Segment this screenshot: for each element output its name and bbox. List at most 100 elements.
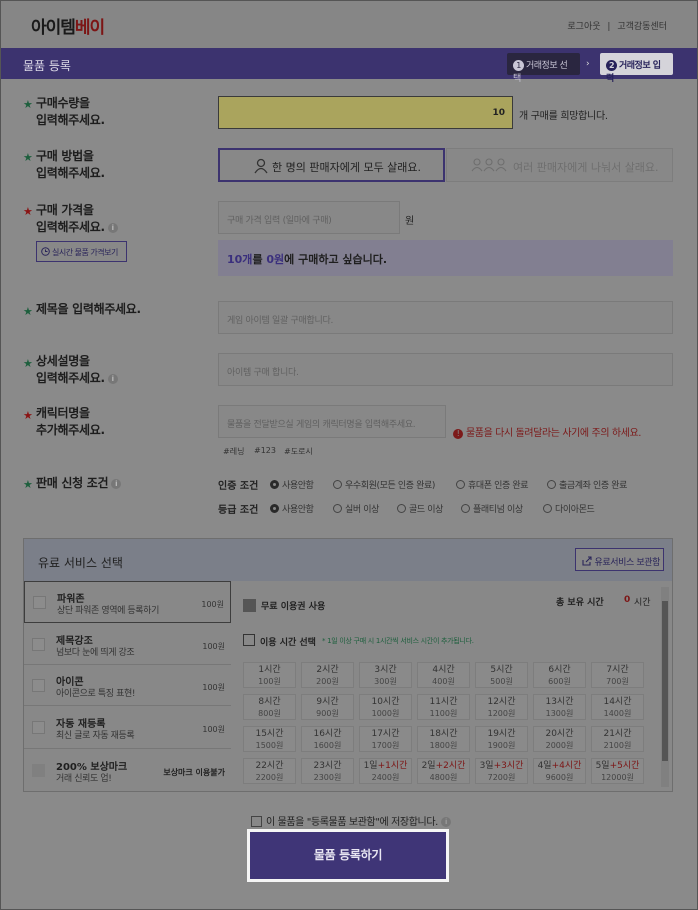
time-option-label: 10시간	[371, 697, 400, 707]
label-line: 추가해주세요.	[36, 423, 105, 437]
time-option-button[interactable]: 17시간 1700원	[359, 726, 412, 752]
grade-option-platinum[interactable]: 플래티넘 이상	[461, 502, 523, 515]
day-option-button[interactable]: 2일+2시간 4800원	[417, 758, 470, 784]
radio-label: 휴대폰 인증 완료	[468, 481, 529, 491]
time-option-button[interactable]: 18시간 1800원	[417, 726, 470, 752]
info-icon[interactable]: i	[111, 479, 122, 489]
time-option-button[interactable]: 21시간 2100원	[591, 726, 644, 752]
time-option-button[interactable]: 5시간 500원	[475, 662, 528, 688]
day-option-label: 4일+4시간	[534, 761, 585, 772]
time-option-button[interactable]: 20시간 2000원	[533, 726, 586, 752]
optional-star-icon: ★	[23, 357, 33, 370]
time-option-button[interactable]: 10시간 1000원	[359, 694, 412, 720]
day-option-button[interactable]: 4일+4시간 9600원	[533, 758, 586, 784]
paid-service-storage-button[interactable]: 유료서비스 보관함	[575, 548, 664, 571]
total-time-value: 0	[624, 595, 631, 605]
time-option-button[interactable]: 22시간 2200원	[243, 758, 296, 784]
site-logo[interactable]: 아이템베이	[31, 13, 105, 38]
scrollbar-thumb[interactable]	[662, 601, 668, 761]
time-option-button[interactable]: 23시간 2300원	[301, 758, 354, 784]
service-price: 100원	[201, 600, 224, 609]
character-input[interactable]: 물품을 전달받으실 게임의 캐릭터명을 입력해주세요.	[218, 405, 446, 438]
day-option-button[interactable]: 1일+1시간 2400원	[359, 758, 412, 784]
time-option-label: 21시간	[603, 729, 632, 739]
day-option-button[interactable]: 5일+5시간 12000원	[591, 758, 644, 784]
time-option-button[interactable]: 9시간 900원	[301, 694, 354, 720]
time-option-price: 2000원	[545, 741, 574, 750]
service-powerzone[interactable]: 파워존 상단 파워존 영역에 등록하기 100원	[24, 581, 231, 623]
character-tag[interactable]: #레닝	[223, 446, 244, 457]
time-option-label: 1시간	[258, 665, 281, 675]
label-line: 구매 가격을	[36, 203, 94, 217]
description-input[interactable]: 아이템 구매 합니다.	[218, 353, 673, 386]
time-option-button[interactable]: 19시간 1900원	[475, 726, 528, 752]
info-icon[interactable]: i	[440, 817, 451, 827]
time-select-note: * 1일 이상 구매 시 1시간씩 서비스 시간이 추가됩니다.	[322, 637, 474, 645]
time-option-button[interactable]: 6시간 600원	[533, 662, 586, 688]
title-input[interactable]: 게임 아이템 일괄 구매합니다.	[218, 301, 673, 334]
time-option-label: 7시간	[606, 665, 629, 675]
quantity-input[interactable]: 10	[218, 96, 513, 129]
time-option-label: 14시간	[603, 697, 632, 707]
summary-text: 에 구매하고 싶습니다.	[284, 253, 388, 266]
day-option-button[interactable]: 3일+3시간 7200원	[475, 758, 528, 784]
time-option-button[interactable]: 13시간 1300원	[533, 694, 586, 720]
auth-option-none[interactable]: 사용안함	[270, 478, 314, 491]
time-option-button[interactable]: 4시간 400원	[417, 662, 470, 688]
service-title-emphasis[interactable]: 제목강조 넘보다 눈에 띄게 강조 100원	[24, 625, 231, 665]
radio-icon	[543, 504, 552, 513]
time-scrollbar[interactable]	[661, 587, 669, 787]
time-option-button[interactable]: 14시간 1400원	[591, 694, 644, 720]
day-bonus: +1시간	[377, 761, 408, 771]
grade-option-gold[interactable]: 골드 이상	[397, 502, 443, 515]
customer-center-link[interactable]: 고객감동센터	[617, 22, 667, 32]
service-auto-reregister[interactable]: 자동 재등록 최신 글로 자동 재등록 100원	[24, 707, 231, 749]
grade-option-silver[interactable]: 실버 이상	[333, 502, 379, 515]
realtime-price-button[interactable]: 실시간 물품 가격보기	[36, 241, 127, 262]
character-tag[interactable]: #123	[254, 446, 276, 455]
time-option-button[interactable]: 12시간 1200원	[475, 694, 528, 720]
time-option-price: 1200원	[487, 709, 516, 718]
time-option-button[interactable]: 11시간 1100원	[417, 694, 470, 720]
register-item-button[interactable]: 물품 등록하기	[247, 829, 449, 882]
price-summary: 10개를 0원에 구매하고 싶습니다.	[218, 240, 673, 276]
time-option-button[interactable]: 8시간 800원	[243, 694, 296, 720]
total-time-unit: 시간	[634, 598, 651, 608]
time-option-button[interactable]: 2시간 200원	[301, 662, 354, 688]
quantity-label: 구매수량을 입력해주세요.	[36, 95, 105, 129]
time-select-checkbox[interactable]	[243, 634, 255, 646]
step-select-trade-info[interactable]: 1 거래정보 선택	[507, 53, 580, 84]
summary-price: 0원	[266, 253, 285, 266]
character-tag[interactable]: #도로시	[284, 446, 313, 457]
grade-option-none[interactable]: 사용안함	[270, 502, 314, 515]
service-icon[interactable]: 아이콘 아이콘으로 특징 표현! 100원	[24, 666, 231, 706]
time-option-label: 16시간	[313, 729, 342, 739]
price-input[interactable]: 구매 가격 입력 (일마에 구매)	[218, 201, 400, 234]
time-option-button[interactable]: 3시간 300원	[359, 662, 412, 688]
method-multi-seller-option[interactable]: 여러 판매자에게 나눠서 살래요.	[446, 148, 673, 182]
free-coupon-checkbox[interactable]	[243, 599, 256, 612]
service-price: 100원	[202, 725, 225, 734]
time-option-button[interactable]: 15시간 1500원	[243, 726, 296, 752]
radio-label: 출금계좌 인증 완료	[559, 481, 627, 491]
time-option-price: 800원	[258, 709, 281, 718]
auth-option-phone[interactable]: 휴대폰 인증 완료	[456, 478, 528, 491]
step-number: 1	[513, 60, 524, 71]
save-to-storage-option[interactable]: 이 물품을 "등록물품 보관함"에 저장합니다. i	[251, 813, 451, 828]
info-icon[interactable]: i	[107, 374, 118, 384]
auth-option-excellent[interactable]: 우수회원(모든 인증 완료)	[333, 478, 435, 491]
time-option-price: 600원	[548, 677, 571, 686]
time-option-button[interactable]: 7시간 700원	[591, 662, 644, 688]
auth-option-account[interactable]: 출금계좌 인증 완료	[547, 478, 627, 491]
time-option-button[interactable]: 1시간 100원	[243, 662, 296, 688]
time-option-button[interactable]: 16시간 1600원	[301, 726, 354, 752]
time-option-price: 2200원	[255, 773, 284, 782]
logout-link[interactable]: 로그아웃	[567, 22, 600, 32]
header-links: 로그아웃 | 고객감동센터	[563, 19, 667, 32]
time-option-label: 18시간	[429, 729, 458, 739]
service-desc: 넘보다 눈에 띄게 강조	[56, 648, 135, 658]
info-icon[interactable]: i	[107, 223, 118, 233]
step-input-trade-info[interactable]: 2 거래정보 입력	[600, 53, 673, 84]
method-single-seller-option[interactable]: 한 명의 판매자에게 모두 살래요.	[218, 148, 445, 182]
grade-option-diamond[interactable]: 다이아몬드	[543, 502, 595, 515]
